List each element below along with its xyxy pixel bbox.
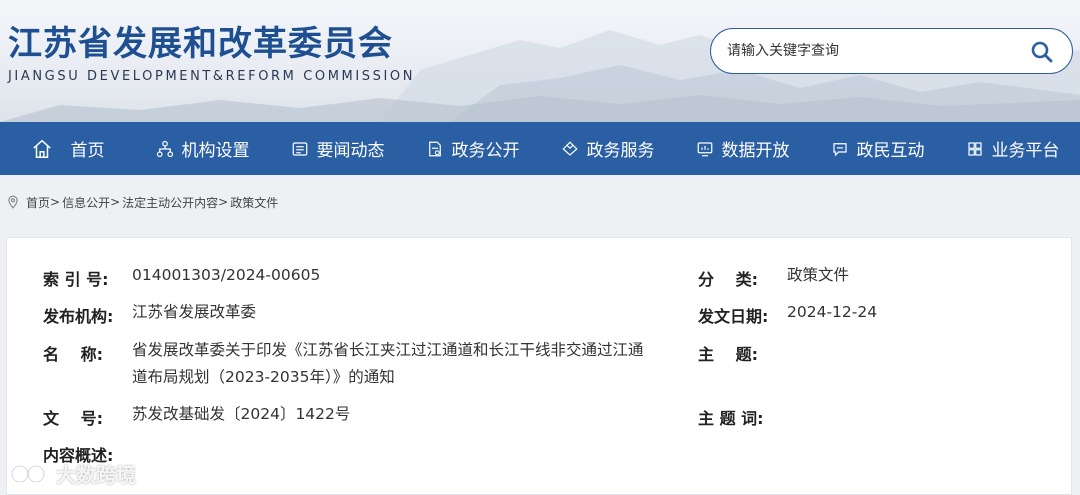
service-icon	[561, 140, 578, 156]
site-header: 江苏省发展和改革委员会 JIANGSU DEVELOPMENT&REFORM C…	[0, 0, 1080, 122]
news-icon	[292, 141, 307, 156]
breadcrumb-policy-documents[interactable]: 政策文件	[230, 194, 278, 211]
nav-item-label: 要闻动态	[316, 141, 385, 161]
site-subtitle: JIANGSU DEVELOPMENT&REFORM COMMISSION	[8, 69, 416, 84]
publisher-label: 发布机构:	[43, 307, 114, 326]
watermark: 大数跨境	[8, 459, 136, 488]
nav-item-interaction[interactable]: 政民互动	[810, 122, 945, 175]
doc-number-value: 苏发改基础发〔2024〕1422号	[132, 405, 351, 423]
nav-item-home[interactable]: 首页	[0, 122, 135, 175]
location-pin-icon	[8, 195, 18, 209]
nav-item-label: 政民互动	[856, 141, 925, 161]
index-label: 索 引 号:	[43, 270, 109, 289]
search-input[interactable]	[727, 40, 1017, 62]
breadcrumb: 首页 > 信息公开 > 法定主动公开内容 > 政策文件	[6, 193, 278, 211]
watermark-logo-icon	[10, 464, 46, 483]
nav-item-label: 首页	[70, 141, 105, 161]
publisher-value: 江苏省发展改革委	[132, 303, 257, 321]
nav-item-organization[interactable]: 机构设置	[135, 122, 270, 175]
chat-icon	[832, 142, 847, 156]
main-nav: 首页 机构设置 要闻动态 政务公开 政务服务 数据开放 政民互动 业务平台	[0, 122, 1080, 175]
breadcrumb-separator: >	[50, 195, 61, 209]
keywords-label: 主 题 词:	[698, 409, 764, 428]
grid-icon	[967, 141, 982, 156]
breadcrumb-statutory-content[interactable]: 法定主动公开内容	[122, 194, 218, 211]
name-value-line2: 道布局规划（2023-2035年）》的通知	[132, 368, 395, 386]
category-label: 分 类:	[698, 270, 758, 289]
nav-item-label: 数据开放	[721, 141, 790, 161]
search-icon[interactable]	[1030, 40, 1054, 64]
name-label: 名 称:	[43, 345, 103, 364]
home-icon	[32, 139, 51, 158]
breadcrumb-info-open[interactable]: 信息公开	[62, 194, 110, 211]
search-box[interactable]	[710, 28, 1073, 74]
monitor-icon	[697, 141, 712, 156]
nav-item-label: 业务平台	[991, 141, 1060, 161]
nav-item-label: 机构设置	[181, 141, 250, 161]
org-chart-icon	[156, 140, 173, 157]
date-label: 发文日期:	[698, 307, 769, 326]
site-title[interactable]: 江苏省发展和改革委员会	[8, 16, 393, 65]
category-value: 政策文件	[787, 266, 850, 284]
nav-item-business-platform[interactable]: 业务平台	[945, 122, 1080, 175]
breadcrumb-separator: >	[110, 195, 121, 209]
index-value: 014001303/2024-00605	[132, 266, 321, 284]
date-value: 2024-12-24	[787, 303, 878, 321]
name-value-line1: 省发展改革委关于印发《江苏省长江夹江过江通道和长江干线非交通过江通	[132, 341, 644, 359]
nav-item-gov-affairs-open[interactable]: 政务公开	[405, 122, 540, 175]
breadcrumb-separator: >	[218, 195, 229, 209]
nav-item-gov-services[interactable]: 政务服务	[540, 122, 675, 175]
breadcrumb-home[interactable]: 首页	[26, 194, 50, 211]
nav-item-news[interactable]: 要闻动态	[270, 122, 405, 175]
nav-item-label: 政务服务	[586, 141, 655, 161]
watermark-text: 大数跨境	[56, 463, 136, 487]
nav-item-label: 政务公开	[451, 141, 520, 161]
nav-item-data-open[interactable]: 数据开放	[675, 122, 810, 175]
doc-number-label: 文 号:	[43, 409, 103, 428]
topic-label: 主 题:	[698, 345, 758, 364]
document-info-panel: 索 引 号: 014001303/2024-00605 分 类: 政策文件 发布…	[6, 237, 1072, 495]
document-icon	[428, 141, 441, 156]
